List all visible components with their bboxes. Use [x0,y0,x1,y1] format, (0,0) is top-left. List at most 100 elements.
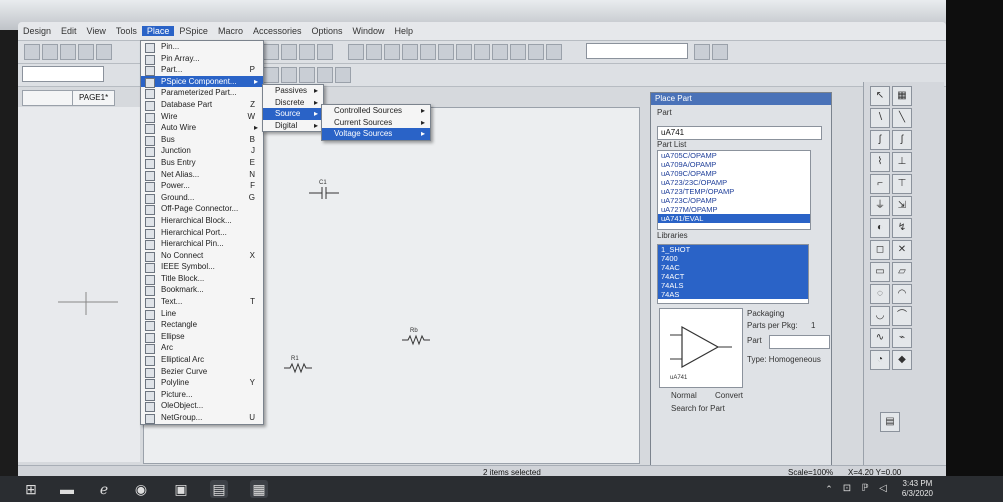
convert-radio[interactable]: Convert [715,391,743,400]
place-menu-item-hierarchical-pin[interactable]: Hierarchical Pin... [141,238,263,251]
arc-tool-icon[interactable]: ◡ [870,306,890,326]
cut-icon[interactable] [96,44,112,60]
menu-place[interactable]: Place [141,26,175,36]
toolbar2-icon-3[interactable] [299,67,315,83]
part-list-item[interactable]: uA741/EVAL [658,214,810,223]
part-list-item[interactable]: uA709C/OPAMP [658,169,810,178]
tool-icon-4[interactable] [402,44,418,60]
bus-tool-icon[interactable]: ╲ [892,108,912,128]
polyline-tool-icon[interactable]: ⌒ [892,306,912,326]
bezier-tool-icon[interactable]: ∿ [870,328,890,348]
place-menu-item-pin-array[interactable]: Pin Array... [141,53,263,65]
place-menu-item-netgroup[interactable]: NetGroup... U [141,412,263,424]
tool-icon-8[interactable] [474,44,490,60]
part-list-item[interactable]: uA723/TEMP/OPAMP [658,187,810,196]
tool-icon-11[interactable] [528,44,544,60]
place-menu-item-oleobject[interactable]: OleObject... [141,400,263,413]
library-item[interactable]: 74ALS [658,281,808,290]
pspice-submenu-item-passives[interactable]: Passives ▸ [263,85,323,97]
new-icon[interactable] [24,44,40,60]
part-field-input[interactable] [769,335,830,349]
pspice-submenu-item-source[interactable]: Source ▸ [263,108,323,120]
menu-window[interactable]: Window [348,26,390,36]
place-menu-item-power[interactable]: Power... F [141,180,263,193]
menu-design[interactable]: Design [18,26,56,36]
place-menu-item-picture[interactable]: Picture... [141,389,263,401]
orcad-taskbar-icon[interactable]: ▦ [250,480,268,498]
place-menu-item-database-part[interactable]: Database Part Z [141,99,263,111]
text-tool-icon[interactable]: ▭ [870,262,890,282]
edge-icon[interactable]: ℯ [95,480,113,498]
dropdown-icon[interactable] [712,44,728,60]
tool-icon-10[interactable] [510,44,526,60]
line-tool-icon[interactable]: ▱ [892,262,912,282]
hier-block-tool-icon[interactable]: ◐ [870,218,890,238]
normal-radio[interactable]: Normal [671,391,697,400]
place-menu-item-bus-entry[interactable]: Bus Entry E [141,157,263,169]
net-tool-icon[interactable]: ʃ [870,130,890,150]
part-input[interactable]: uA741 [657,126,822,140]
chrome-icon[interactable]: ◉ [132,480,150,498]
print-icon[interactable] [78,44,94,60]
menu-view[interactable]: View [82,26,111,36]
app-icon-2[interactable]: ▤ [210,480,228,498]
power-tool-icon[interactable]: ⊤ [892,174,912,194]
search-for-part-button[interactable]: Search for Part [671,404,725,413]
netgroup-tool-icon[interactable]: ◆ [892,350,912,370]
picture-tool-icon[interactable]: ⌁ [892,328,912,348]
part-list-item[interactable]: uA723C/OPAMP [658,196,810,205]
bus-entry-tool-icon[interactable]: ⊥ [892,152,912,172]
place-menu-item-arc[interactable]: Arc [141,342,263,355]
place-menu-item-bookmark[interactable]: Bookmark... [141,284,263,297]
help-icon[interactable] [694,44,710,60]
menu-tools[interactable]: Tools [111,26,142,36]
network-icon[interactable]: ⊡ [838,480,856,498]
part-list-item[interactable]: uA723/23C/OPAMP [658,178,810,187]
place-part-tool-icon[interactable]: ▦ [892,86,912,106]
wire-tool-icon[interactable]: ∖ [870,108,890,128]
ground-tool-icon[interactable]: ⏚ [870,196,890,216]
hier-pin-tool-icon[interactable]: ◻ [870,240,890,260]
place-menu-item-line[interactable]: Line [141,308,263,320]
rectangle-tool-icon[interactable]: ◌ [870,284,890,304]
menu-macro[interactable]: Macro [213,26,248,36]
part-list[interactable]: uA705C/OPAMP uA709A/OPAMP uA709C/OPAMP uA72… [657,150,811,230]
place-menu-item-rectangle[interactable]: Rectangle [141,319,263,332]
source-submenu-item-voltage-sources[interactable]: Voltage Sources ▸ [322,128,430,140]
place-menu-item-ieee-symbol[interactable]: IEEE Symbol... [141,261,263,274]
source-submenu-item-controlled-sources[interactable]: Controlled Sources ▸ [322,105,430,117]
tool-icon-2[interactable] [366,44,382,60]
tab-page1[interactable]: PAGE1* [72,90,116,106]
place-menu-item-pspice-component[interactable]: PSpice Component... ▸ [141,75,263,88]
place-menu-item-elliptical-arc[interactable]: Elliptical Arc [141,354,263,367]
save-icon[interactable] [60,44,76,60]
no-connect-tool-icon[interactable]: ✕ [892,240,912,260]
tool-icon-7[interactable] [456,44,472,60]
zoom-area-icon[interactable] [299,44,315,60]
tool-icon-12[interactable] [546,44,562,60]
place-menu-item-parameterized-part[interactable]: Parameterized Part... [141,87,263,100]
menu-accessories[interactable]: Accessories [248,26,307,36]
place-menu-item-bus[interactable]: Bus B [141,134,263,146]
file-explorer-icon[interactable]: ▬ [58,480,76,498]
place-menu-item-net-alias[interactable]: Net Alias... N [141,169,263,181]
place-menu-item-ground[interactable]: Ground... G [141,192,263,204]
zoom-all-icon[interactable] [317,44,333,60]
capacitor-symbol[interactable]: C1 [309,180,339,199]
place-menu-item-junction[interactable]: Junction J [141,145,263,158]
tool-icon-9[interactable] [492,44,508,60]
ellipse-tool-icon[interactable]: ◠ [892,284,912,304]
pspice-submenu-item-discrete[interactable]: Discrete ▸ [263,97,323,109]
taskbar-clock[interactable]: 3:43 PM 6/3/2020 [902,479,933,499]
volume-icon[interactable]: ◁ [874,480,892,498]
place-menu-item-title-block[interactable]: Title Block... [141,273,263,285]
library-item[interactable]: 7400 [658,254,808,263]
search-combo[interactable] [586,43,688,59]
toolbar2-icon-5[interactable] [335,67,351,83]
toolbar2-icon-2[interactable] [281,67,297,83]
menu-help[interactable]: Help [390,26,419,36]
hier-port-tool-icon[interactable]: ↯ [892,218,912,238]
place-menu-item-bezier-curve[interactable]: Bezier Curve [141,366,263,378]
toolbar2-icon-1[interactable] [263,67,279,83]
menu-options[interactable]: Options [306,26,347,36]
